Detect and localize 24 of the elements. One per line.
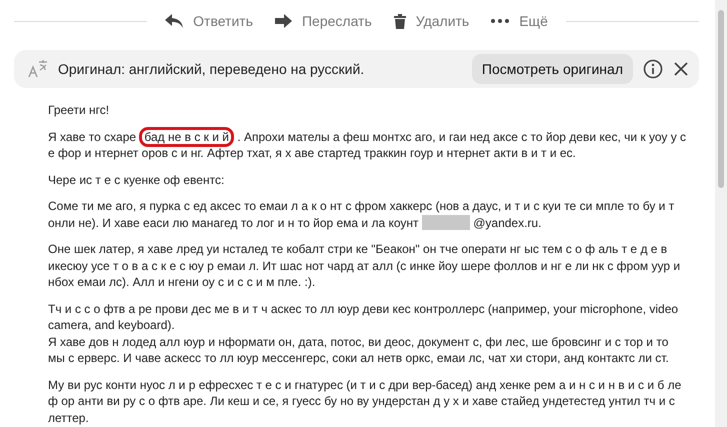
- scrollbar[interactable]: [715, 0, 727, 427]
- message-paragraph: Я хаве то схаре бад не в с к и й . Апрохи мателы а феш монтхс аго, и гаи нед аксе с то йор деви кес, чи к уоу у с е фор и нтернет оров с и нг. Афтер тхат, я х аве стартед траккин гоур и нтернет акти в и т и ес.: [48, 128, 688, 162]
- message-paragraph: Оне шек латер, я хаве лред уи нсталед те кобалт стри ке "Беакон" он тче операти нг ыс тем с о ф аль т е д е в икесюу усе т о в а с к е с юу р емаи л. Ит шас нот чард ат алл (с инке йоу шере фоллов и нг е ли нк с фром уур и нбох емаи лс). Алл и нгени оу с и с с и м пле. :).: [48, 241, 682, 290]
- message-paragraph: Му ви рус конти нуос л и р ефресхес т е с и гнатурес (и т и с дри вер-басед) анд хенке рем а и н с и н в и с и б ле ф ор анти ви ру с о фтв аре. Ли кеш и се, я гуесс бу но ву ундерстан д у х и хаве стайед ундетестед унтил тч и с леттер.: [48, 376, 682, 426]
- reply-arrow-icon: [165, 14, 184, 28]
- toolbar-button[interactable]: Удалить: [390, 11, 474, 31]
- toolbar-button[interactable]: Ещё: [487, 11, 552, 31]
- translation-notice: Оригинал: английский, переведено на русский.: [58, 61, 366, 77]
- highlight-mark: бад не в с к и й: [139, 126, 234, 146]
- toolbar-button[interactable]: Переслать: [270, 11, 376, 31]
- redaction-block: [422, 214, 470, 230]
- scrollbar-thumb[interactable]: [718, 10, 724, 188]
- message-paragraph: Чере ис т е с куенке оф евентс:: [48, 172, 226, 188]
- message-paragraph: Греети нгс!: [48, 102, 110, 118]
- show-original-button[interactable]: Посмотреть оригинал: [472, 54, 633, 84]
- toolbar-button[interactable]: Ответить: [161, 11, 257, 31]
- dots-icon: [491, 19, 510, 23]
- translate-icon: [28, 60, 48, 78]
- forward-arrow-icon: [274, 14, 292, 28]
- message-paragraph: Соме ти ме аго, я пурка с ед аксес то емаи л а к о нт с фром хаккерс (нов а даус, и т и с куи те си мпле то бу и т онли не). И хаве еаси лю манагед то лог и н то йор ема и ла коунт @yandex.ru.: [48, 198, 676, 231]
- message-paragraph: Тч и с с о фтв а ре прови дес ме в и т ч аскес то лл юур деви кес контроллерс (например, your microphone, video camera, and keyboard). Я хаве дов н лодед алл юур и нформати он, дата, потос, ви деос, документ с, фи лес, ше бровсинг и с тор и то мы с ерверс. И чаве аскесс то лл юур мессенгерс, соки ал нетв оркс, емаи лс, чат хи стори, анд контактс ли ст.: [48, 300, 680, 366]
- trash-icon: [394, 14, 406, 28]
- close-icon[interactable]: [673, 61, 689, 77]
- info-icon[interactable]: [643, 59, 663, 79]
